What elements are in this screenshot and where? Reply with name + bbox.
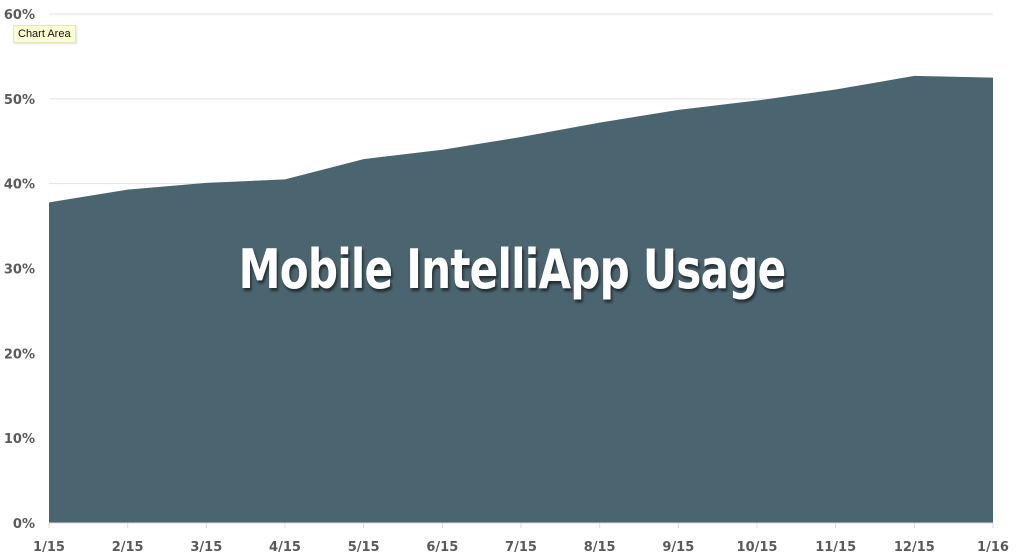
y-tick-label: 20% [4, 347, 35, 362]
y-tick-label: 40% [4, 178, 35, 193]
y-tick-label: 30% [4, 263, 35, 278]
y-tick-label: 60% [4, 8, 35, 23]
data-point[interactable] [754, 98, 760, 104]
x-tick-label: 10/15 [737, 540, 778, 555]
y-tick-label: 50% [4, 93, 35, 108]
x-tick-label: 11/15 [815, 540, 856, 555]
x-tick-label: 3/15 [190, 540, 222, 555]
data-point[interactable] [675, 107, 681, 113]
x-tick-label: 4/15 [269, 540, 301, 555]
data-point[interactable] [990, 75, 996, 81]
data-point[interactable] [282, 176, 288, 182]
data-point[interactable] [203, 180, 209, 186]
x-axis: 1/15 2/15 3/15 4/15 5/15 6/15 7/15 8/15 9/15 10/1… [33, 522, 1009, 555]
y-axis: 0% 10% 20% 30% 40% 50% 60% [4, 8, 35, 532]
y-tick-label: 10% [4, 432, 35, 447]
x-tick-label: 9/15 [662, 540, 694, 555]
data-point[interactable] [361, 156, 367, 162]
data-point[interactable] [833, 87, 839, 93]
x-tick-label: 8/15 [584, 540, 616, 555]
x-tick-label: 2/15 [112, 540, 144, 555]
data-point[interactable] [518, 134, 524, 140]
y-tick-label: 0% [13, 517, 35, 532]
chart-area-tooltip: Chart Area [13, 25, 76, 43]
data-point[interactable] [46, 199, 52, 205]
x-tick-label: 5/15 [348, 540, 380, 555]
data-point[interactable] [597, 120, 603, 126]
x-tick-label: 6/15 [426, 540, 458, 555]
x-tick-label: 12/15 [894, 540, 935, 555]
data-point[interactable] [125, 187, 131, 193]
chart-title: Mobile IntelliApp Usage [238, 238, 787, 301]
x-tick-label: 1/16 [977, 540, 1009, 555]
data-point[interactable] [439, 147, 445, 153]
x-tick-label: 7/15 [505, 540, 537, 555]
x-tick-label: 1/15 [33, 540, 65, 555]
data-point[interactable] [911, 73, 917, 79]
